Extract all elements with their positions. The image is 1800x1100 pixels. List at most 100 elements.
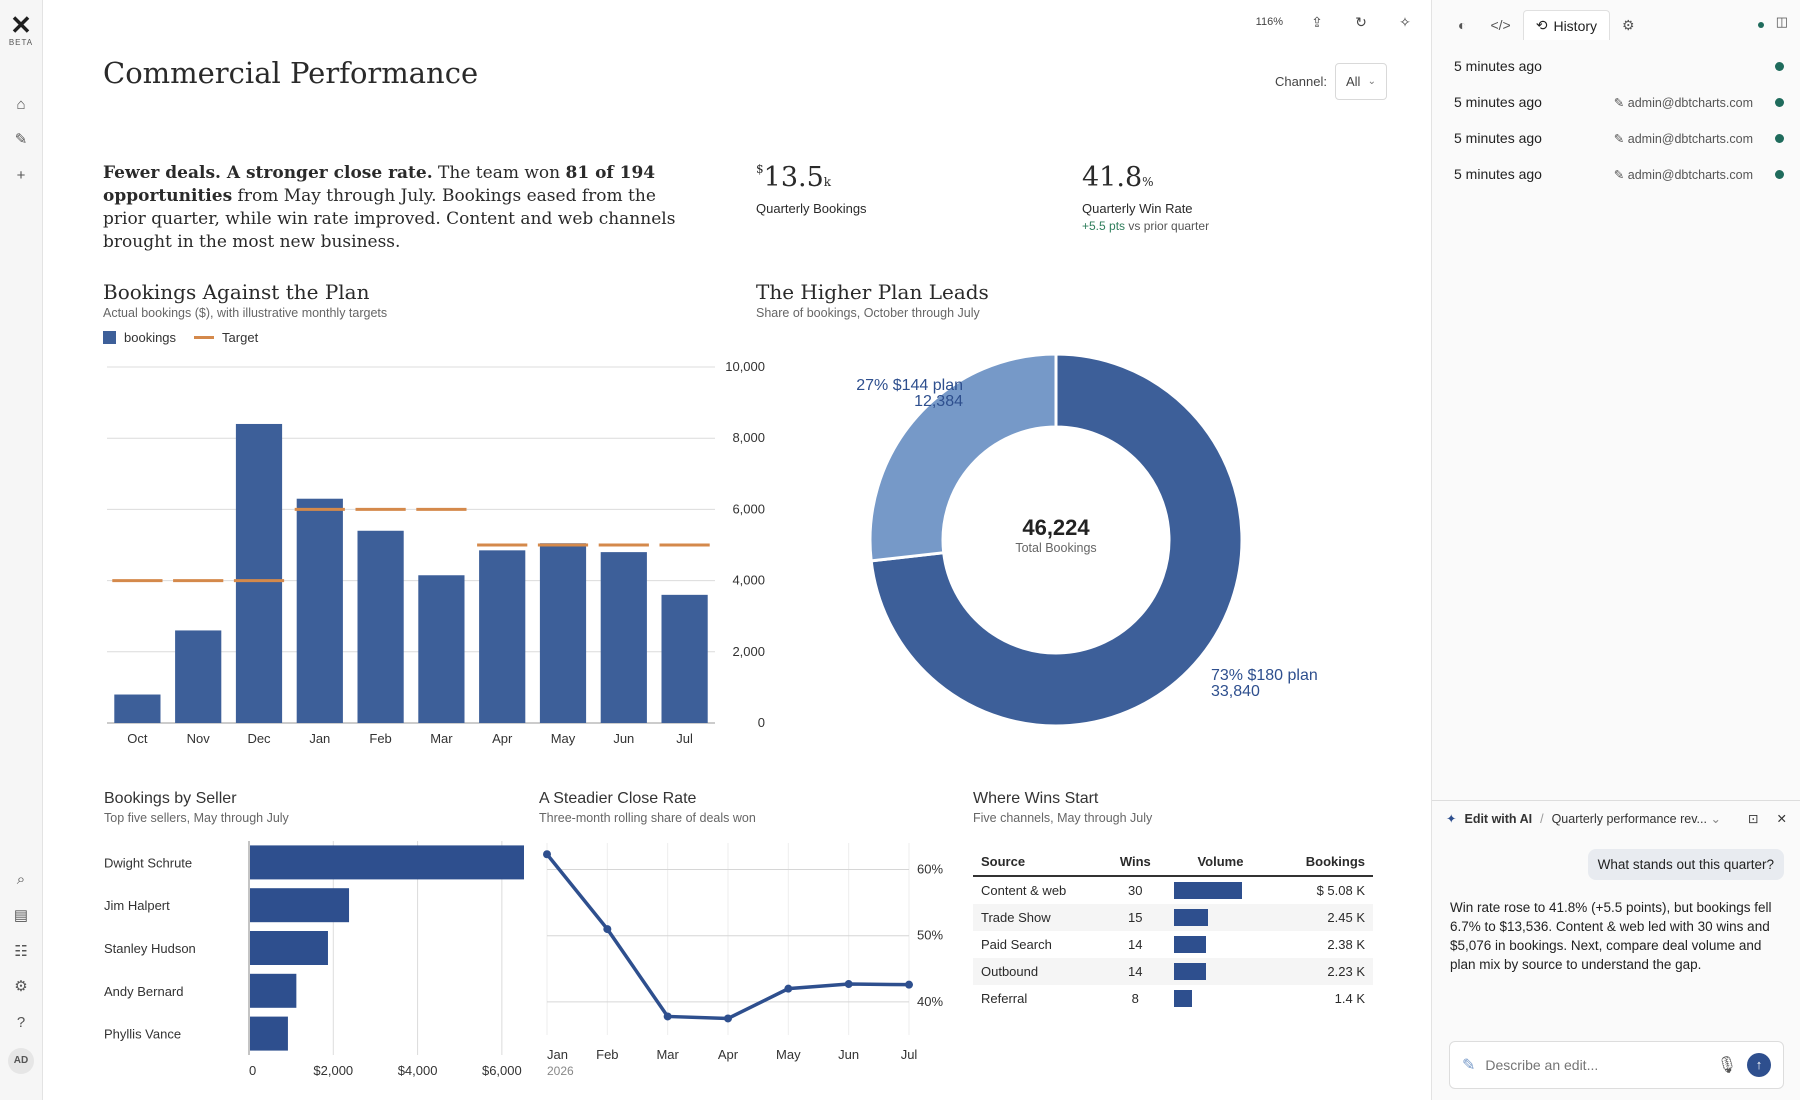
cell-bookings: 2.45 K	[1275, 904, 1373, 931]
channel-select-value: All	[1346, 74, 1361, 89]
home-icon[interactable]: ⌂	[11, 95, 31, 115]
history-item[interactable]: 5 minutes ago	[1454, 58, 1784, 74]
cell-source: Outbound	[973, 958, 1105, 985]
close-rate-chart: Jan Feb Mar Apr May Jun Jul 40% 50% 60% 2026	[543, 843, 943, 1078]
collapse-panel-icon[interactable]: ◫	[1776, 14, 1788, 30]
microphone-icon[interactable]: 🎙	[1717, 1055, 1737, 1075]
palette-icon: ◐	[1458, 17, 1467, 33]
edit-icon: ✎	[1462, 1057, 1476, 1074]
col-bookings[interactable]: Bookings	[1275, 848, 1373, 877]
volume-bar	[1173, 963, 1206, 980]
chevron-down-icon: ⌄	[1710, 812, 1721, 826]
channel-filter: Channel: All ⌄	[1275, 63, 1387, 100]
help-icon[interactable]: ?	[11, 1013, 31, 1033]
bar	[661, 594, 708, 723]
plan-share-donut: 46,224Total Bookings 73% $180 plan33,840 2…	[856, 352, 1318, 728]
zoom-level[interactable]: 116%	[1256, 16, 1283, 28]
pencil-icon: ✎	[1613, 167, 1628, 182]
tab-style[interactable]: ◐	[1446, 10, 1478, 40]
volume-bar	[1173, 990, 1192, 1007]
channel-select[interactable]: All ⌄	[1335, 63, 1387, 100]
refresh-icon[interactable]: ↻	[1351, 12, 1371, 32]
bar	[600, 552, 647, 723]
database-icon[interactable]: ☷	[11, 942, 31, 962]
table-row[interactable]: Paid Search 14 2.38 K	[973, 931, 1373, 958]
x-tick-label: Mar	[430, 731, 453, 746]
search-icon[interactable]: ⌕	[11, 870, 31, 890]
plus-icon[interactable]: +	[11, 166, 31, 186]
user-avatar[interactable]: AD	[8, 1048, 34, 1074]
history-icon: ⟲	[1535, 17, 1548, 33]
gear-icon: ⚙	[1622, 16, 1635, 33]
gear-icon[interactable]: ⚙	[11, 977, 31, 997]
volume-bar	[1173, 936, 1206, 953]
y-tick-label: Jim Halpert	[104, 898, 170, 913]
bar	[235, 423, 283, 723]
bar	[479, 550, 526, 723]
ai-doc-select[interactable]: Quarterly performance rev... ⌄	[1552, 811, 1721, 826]
bar	[175, 630, 222, 723]
y-tick-label: Stanley Hudson	[104, 941, 196, 956]
slice-label: 27% $144 plan	[856, 377, 963, 394]
table-row[interactable]: Outbound 14 2.23 K	[973, 958, 1373, 985]
tab-code[interactable]: </>	[1478, 10, 1522, 40]
tab-settings[interactable]: ⚙	[1610, 10, 1647, 40]
new-chat-icon[interactable]: ⊡	[1748, 811, 1758, 826]
x-tick-label: Apr	[718, 1047, 739, 1062]
table-row[interactable]: Referral 8 1.4 K	[973, 985, 1373, 1012]
left-rail: ✕ BETA ⌂ ✎ + ⌕ ▤ ☷ ⚙ ? AD	[0, 0, 43, 1100]
higher-plan-title: The Higher Plan Leads	[756, 280, 989, 304]
col-volume[interactable]: Volume	[1165, 848, 1276, 877]
x-tick-label: Feb	[369, 731, 391, 746]
cell-volume	[1165, 958, 1276, 985]
cell-source: Content & web	[981, 883, 1067, 898]
y-tick-label: 50%	[917, 928, 943, 943]
kpi-winrate-delta: +5.5 pts vs prior quarter	[1082, 219, 1210, 233]
history-item[interactable]: 5 minutes ago ✎ admin@dbtcharts.com	[1454, 130, 1784, 146]
user-message: What stands out this quarter?	[1587, 849, 1784, 880]
history-item[interactable]: 5 minutes ago ✎ admin@dbtcharts.com	[1454, 94, 1784, 110]
send-button[interactable]: ↑	[1747, 1053, 1771, 1077]
close-rate-title: A Steadier Close Rate	[539, 790, 697, 807]
close-icon[interactable]: ✕	[1777, 811, 1787, 826]
ai-panel-sep: /	[1540, 811, 1544, 826]
col-source[interactable]: Source	[973, 848, 1105, 877]
history-item[interactable]: 5 minutes ago ✎ admin@dbtcharts.com	[1454, 166, 1784, 182]
by-seller-subtitle: Top five sellers, May through July	[104, 811, 289, 825]
cell-volume	[1166, 931, 1275, 958]
bookings-plan-title: Bookings Against the Plan	[103, 280, 370, 304]
bar	[250, 888, 350, 923]
intro-text-1: The team won	[432, 163, 566, 183]
kpi-winrate-label: Quarterly Win Rate	[1082, 201, 1193, 216]
x-tick-label: Oct	[127, 731, 148, 746]
source-table-header: Source Wins Volume Bookings	[973, 848, 1373, 877]
cell-volume	[1165, 904, 1276, 931]
logo-beta-label: BETA	[8, 38, 34, 47]
stack-icon[interactable]: ▤	[11, 906, 31, 926]
cell-source: Paid Search	[981, 937, 1052, 952]
bar	[250, 931, 328, 965]
table-row[interactable]: Content & web 30 $ 5.08 K	[973, 876, 1373, 904]
share-icon[interactable]: ⇪	[1307, 12, 1327, 32]
ai-prompt-input[interactable]	[1485, 1057, 1707, 1073]
logo-x-icon: ✕	[10, 10, 32, 40]
app-logo[interactable]: ✕ BETA	[8, 12, 34, 47]
kpi-winrate: 41.8% Quarterly Win Rate +5.5 pts vs pri…	[1082, 162, 1209, 233]
edit-icon[interactable]: ✎	[11, 130, 31, 150]
source-table: Source Wins Volume Bookings Content & we…	[973, 848, 1373, 1012]
wins-start-subtitle: Five channels, May through July	[973, 811, 1153, 825]
kpi-bookings-label: Quarterly Bookings	[756, 201, 867, 216]
table-row[interactable]: Trade Show 15 2.45 K	[973, 904, 1373, 931]
point	[905, 980, 913, 989]
bar	[250, 845, 524, 880]
x-tick-label: Jun	[613, 731, 634, 746]
code-icon: </>	[1490, 17, 1511, 33]
history-dot	[1775, 97, 1784, 107]
x-tick-label: Jun	[838, 1047, 859, 1062]
canvas-toolbar: 116% ⇪ ↻ ✧	[1256, 12, 1415, 32]
magic-wand-icon[interactable]: ✧	[1395, 12, 1415, 32]
tab-history[interactable]: ⟲ History	[1522, 10, 1611, 40]
panel-tabs: ◐ </> ⟲ History ⚙	[1446, 10, 1647, 40]
cell-volume	[1166, 876, 1275, 904]
col-wins[interactable]: Wins	[1104, 848, 1166, 877]
